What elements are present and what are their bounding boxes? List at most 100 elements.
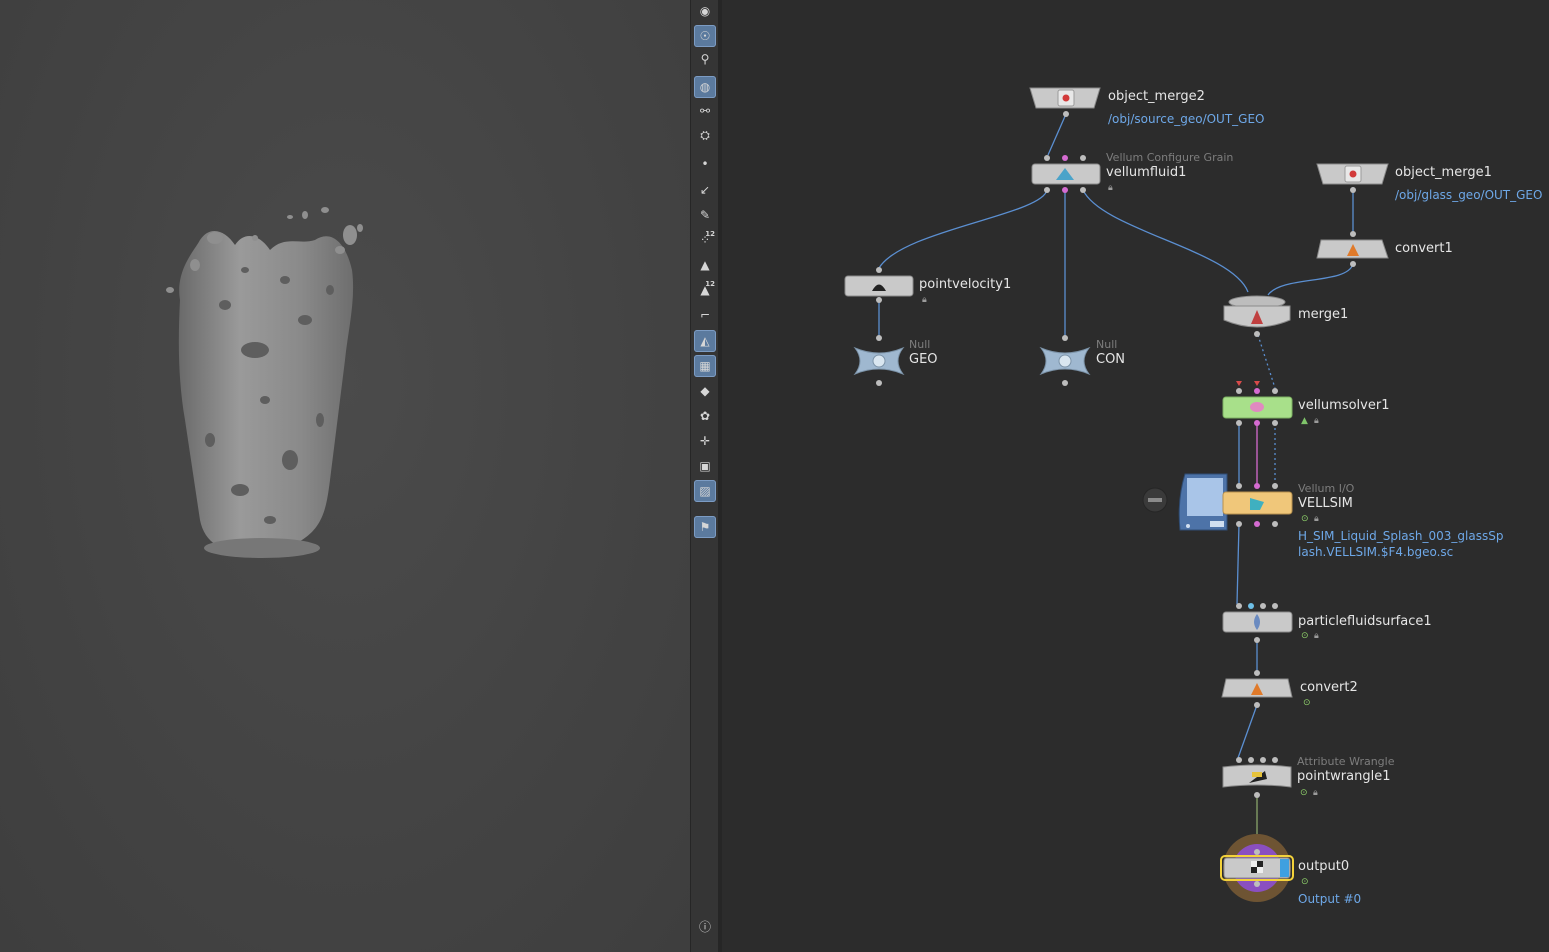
pivot-icon[interactable]: ✛	[694, 430, 716, 452]
lighting-icon[interactable]: ◍	[694, 76, 716, 98]
node-object-merge1[interactable]	[1316, 163, 1389, 193]
cook-status-icon: ⊙	[1300, 788, 1308, 798]
cook-status-icon: ⊙	[1301, 877, 1309, 887]
display-flag	[1280, 859, 1289, 877]
node-particlefluidsurface1[interactable]	[1222, 603, 1293, 643]
cook-status-icon: ⊙	[1301, 631, 1309, 641]
lock-icon: 🔒︎	[1314, 631, 1319, 641]
node-vellumsolver1[interactable]	[1222, 381, 1293, 426]
wireframe-icon-glyph: ◭	[700, 334, 710, 348]
viewport-toolbar: ◉ ☉ ⚲ ◍ ⚯ ⛭ • ↙ ✎ ⁘ 12 ▲ ▲ 12 ⌐ ◭ ▦ ◆ ✿ ✛ ▣ ▨ ⚑ ⓘ	[690, 0, 720, 952]
object-merge-icon	[1062, 94, 1070, 102]
select-mode-icon-glyph: ◉	[699, 4, 711, 18]
primitive-numbers-icon[interactable]: ▲ 12	[694, 279, 716, 301]
frame-icon[interactable]: ▣	[694, 455, 716, 477]
lock-icon: 🔒︎	[1314, 514, 1319, 524]
wire-vellumfluid-merge	[1082, 189, 1249, 293]
node-label: particlefluidsurface1	[1298, 614, 1432, 629]
node-label: GEO	[909, 352, 938, 367]
node-vellumfluid1[interactable]	[1031, 155, 1101, 193]
background-icon[interactable]: ▨	[694, 480, 716, 502]
shaded-icon-glyph: ◆	[700, 384, 710, 398]
scene-viewport[interactable]	[0, 0, 690, 952]
checker-icon-glyph: ▦	[699, 359, 711, 373]
brush-icon-glyph: ✎	[699, 208, 711, 222]
wire-convert1-merge	[1267, 263, 1354, 296]
display-options-icon-glyph: ⚯	[699, 104, 711, 118]
node-label: object_merge2	[1108, 89, 1205, 104]
tool-subscript: 12	[705, 280, 715, 288]
handles-icon-glyph: ⛭	[700, 128, 710, 142]
cook-status-icon: ⊙	[1301, 514, 1309, 524]
display-options-icon[interactable]: ⚯	[694, 100, 716, 122]
edge-icon[interactable]: ⌐	[694, 304, 716, 326]
wire-io-pfs	[1236, 523, 1240, 605]
node-label: object_merge1	[1395, 165, 1492, 180]
node-label: pointwrangle1	[1297, 769, 1391, 784]
info-icon-glyph: ⓘ	[698, 920, 711, 934]
node-label: vellumfluid1	[1106, 165, 1187, 180]
null-icon	[1058, 354, 1072, 368]
node-pointwrangle1[interactable]	[1222, 757, 1292, 798]
file-path-line2[interactable]: lash.VELLSIM.$F4.bgeo.sc	[1298, 545, 1453, 559]
node-path-link[interactable]: /obj/source_geo/OUT_GEO	[1108, 112, 1265, 126]
node-type-label: Vellum I/O	[1298, 482, 1355, 495]
node-null-geo[interactable]	[853, 335, 905, 386]
node-type-label: Null	[909, 338, 931, 351]
node-label: vellumsolver1	[1298, 398, 1390, 413]
splash-mesh	[166, 207, 363, 558]
node-convert1[interactable]	[1316, 231, 1389, 267]
texture-icon[interactable]: ✿	[694, 405, 716, 427]
output-index-label: Output #0	[1298, 892, 1362, 906]
primitive-icon-glyph: ▲	[700, 258, 710, 272]
snap-icon[interactable]: ⚲	[694, 48, 716, 70]
wire-objmerge2-vellumfluid	[1047, 113, 1067, 156]
texture-icon-glyph: ✿	[699, 409, 711, 423]
wire-vellumfluid-pointvelocity	[878, 189, 1048, 269]
point-numbers-icon[interactable]: ⁘ 12	[694, 229, 716, 251]
wires	[878, 113, 1354, 852]
lock-icon: 🔒︎	[1108, 183, 1113, 193]
vellum-solver-icon	[1250, 402, 1264, 412]
node-path-link[interactable]: /obj/glass_geo/OUT_GEO	[1395, 188, 1542, 202]
view-camera-icon[interactable]: ☉	[694, 25, 716, 47]
shaded-icon[interactable]: ◆	[694, 380, 716, 402]
network-editor[interactable]: object_merge2 /obj/source_geo/OUT_GEO Ve…	[722, 0, 1549, 952]
node-type-label: Attribute Wrangle	[1297, 755, 1395, 768]
snap-icon-glyph: ⚲	[700, 52, 710, 66]
tool-subscript: 12	[705, 230, 715, 238]
points-icon-glyph: •	[701, 157, 709, 171]
node-pointvelocity1[interactable]	[844, 267, 914, 303]
info-icon[interactable]: ⓘ	[694, 916, 716, 938]
wireframe-icon[interactable]: ◭	[694, 330, 716, 352]
points-icon[interactable]: •	[694, 153, 716, 175]
node-label: VELLSIM	[1298, 496, 1353, 511]
node-label: convert1	[1395, 241, 1453, 256]
cook-status-icon: ⊙	[1303, 698, 1311, 708]
lighting-icon-glyph: ◍	[699, 80, 711, 94]
node-convert2[interactable]	[1221, 670, 1293, 708]
checker-icon[interactable]: ▦	[694, 355, 716, 377]
frame-icon-glyph: ▣	[699, 459, 711, 473]
wire-convert2-wrangle	[1237, 704, 1258, 759]
primitive-icon[interactable]: ▲	[694, 254, 716, 276]
handles-icon[interactable]: ⛭	[694, 124, 716, 146]
node-merge1[interactable]	[1223, 295, 1291, 337]
lock-icon: 🔒︎	[1313, 788, 1318, 798]
select-mode-icon[interactable]: ◉	[694, 0, 716, 22]
node-label: output0	[1298, 859, 1350, 874]
view-camera-icon-glyph: ☉	[699, 29, 711, 43]
pivot-icon-glyph: ✛	[699, 434, 711, 448]
network-graph	[844, 87, 1389, 902]
edge-icon-glyph: ⌐	[699, 308, 711, 322]
normals-icon[interactable]: ↙	[694, 179, 716, 201]
pin-icon[interactable]: ⚑	[694, 516, 716, 538]
node-null-con[interactable]	[1039, 335, 1091, 386]
brush-icon[interactable]: ✎	[694, 204, 716, 226]
node-vellsim[interactable]	[1142, 473, 1293, 531]
pin-icon-glyph: ⚑	[699, 520, 711, 534]
node-label: convert2	[1300, 680, 1358, 695]
node-object-merge2[interactable]	[1029, 87, 1101, 117]
splash-geometry	[166, 207, 363, 558]
file-path-line1[interactable]: H_SIM_Liquid_Splash_003_glassSp	[1298, 529, 1503, 543]
